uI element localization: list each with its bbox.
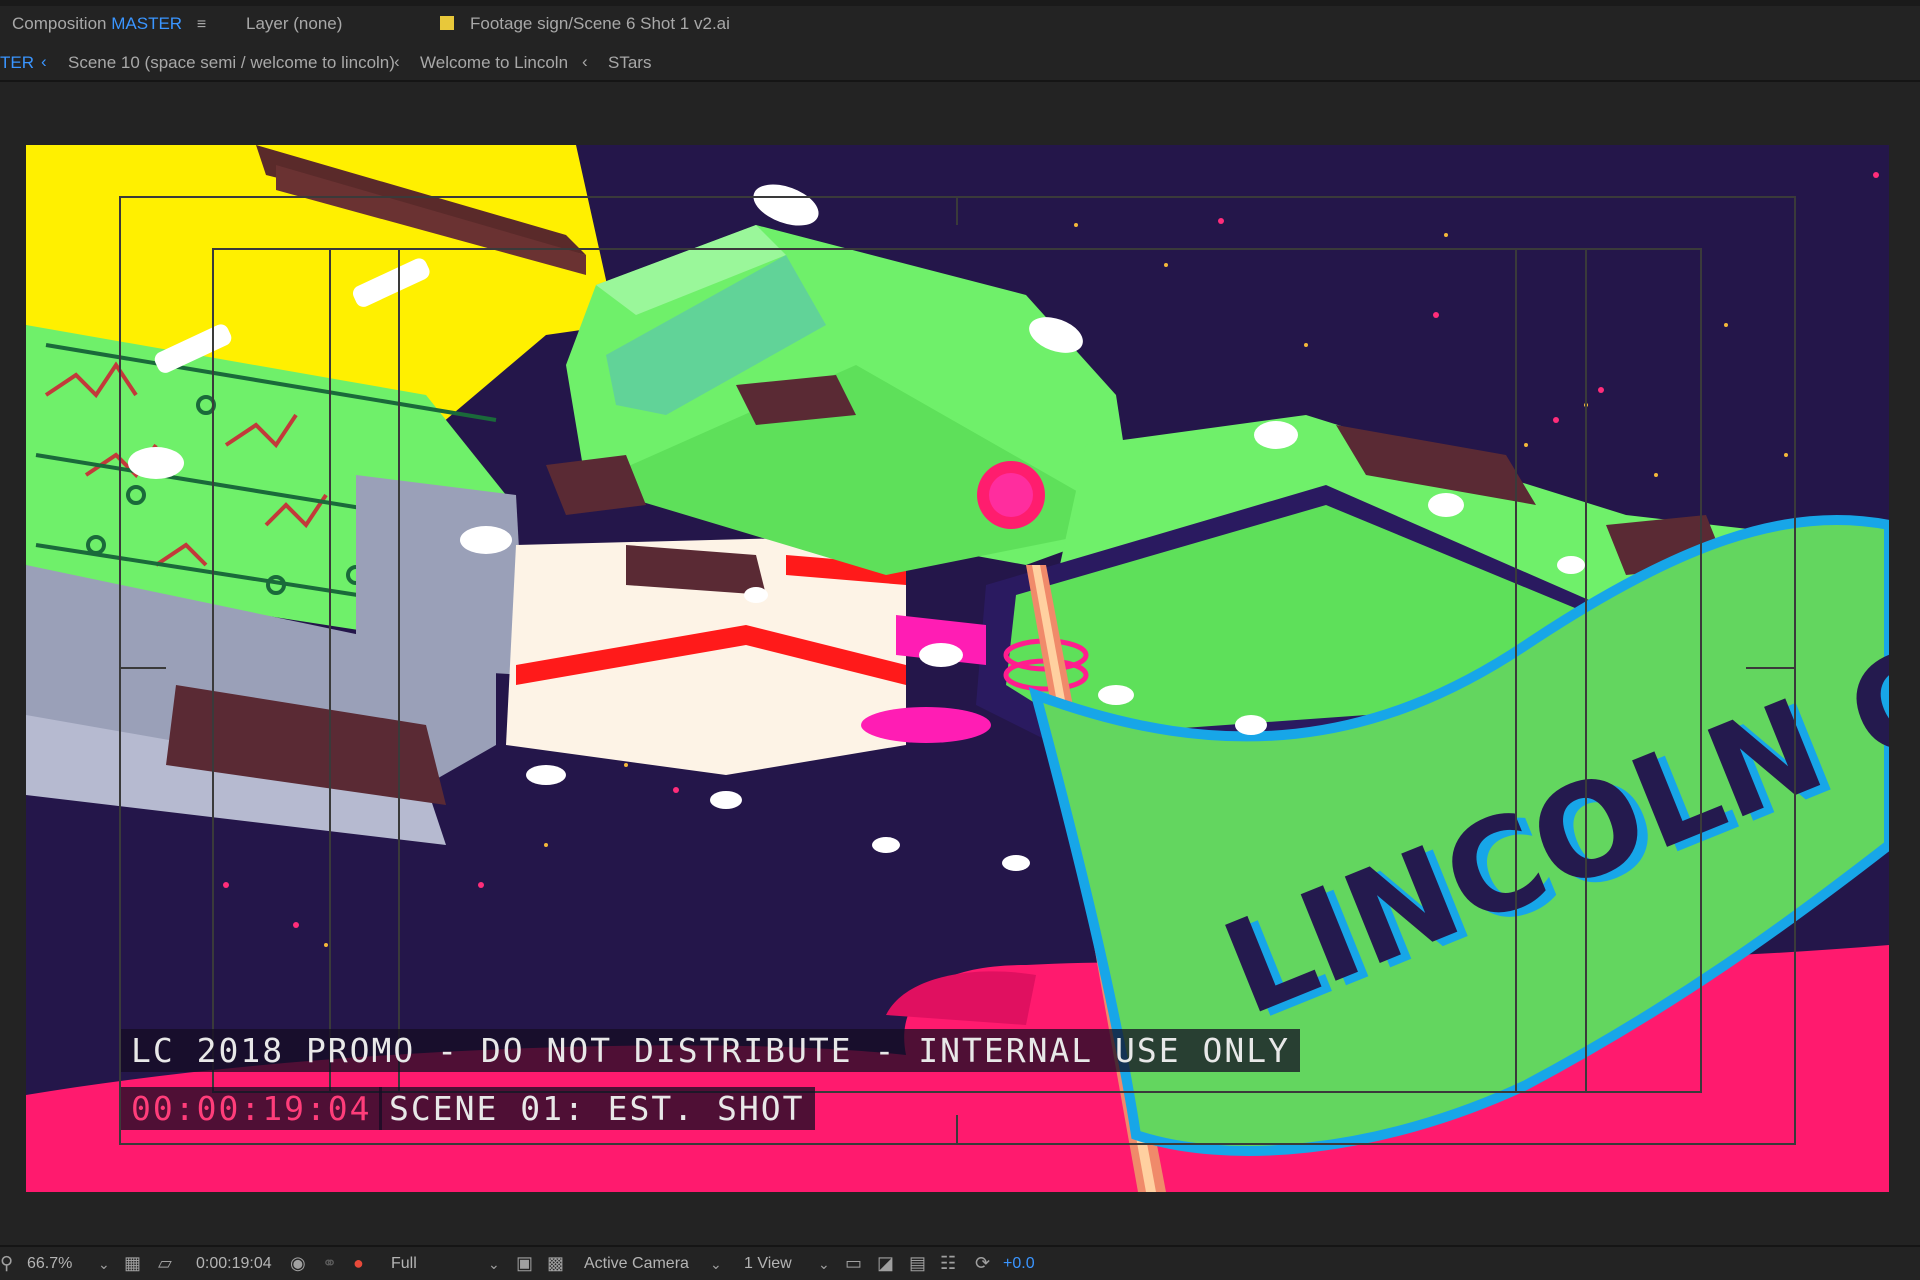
view-layout-dropdown[interactable]: 1 View [744, 1255, 792, 1273]
composition-canvas[interactable]: LINCOLN CA LINCOLN CA LC 2018 PROMO - DO… [26, 145, 1889, 1192]
breadcrumb-master[interactable]: TER [0, 53, 34, 73]
chevron-down-icon[interactable]: ⌄ [818, 1256, 830, 1273]
chevron-down-icon[interactable]: ⌄ [488, 1256, 500, 1273]
viewer-options-bar: ⚲ 66.7% ⌄ ▦ ▱ 0:00:19:04 ◉ ⚭ ● Full ⌄ ▣ … [0, 1245, 1920, 1280]
mask-visibility-icon[interactable]: ▱ [158, 1253, 172, 1274]
tab-composition-prefix: Composition [12, 14, 107, 33]
chevron-down-icon[interactable]: ⌄ [710, 1256, 722, 1273]
tab-footage[interactable]: Footage sign/Scene 6 Shot 1 v2.ai [440, 14, 730, 34]
breadcrumb-scene10[interactable]: Scene 10 (space semi / welcome to lincol… [68, 53, 395, 73]
flowchart-icon[interactable]: ☷ [940, 1253, 956, 1274]
safe-area-icon[interactable]: ▦ [124, 1253, 141, 1274]
fast-previews-icon[interactable]: ◪ [877, 1253, 894, 1274]
current-time-display[interactable]: 0:00:19:04 [196, 1255, 272, 1273]
chevron-left-icon: ‹ [41, 52, 47, 71]
reset-exposure-icon[interactable]: ⟳ [975, 1253, 990, 1274]
scene-burnin: SCENE 01: EST. SHOT [379, 1087, 815, 1130]
timeline-icon[interactable]: ▤ [909, 1253, 926, 1274]
tab-composition[interactable]: Composition MASTER ≡ [12, 14, 206, 34]
exposure-value[interactable]: +0.0 [1003, 1255, 1035, 1273]
composition-navigator: TER ‹ Scene 10 (space semi / welcome to … [0, 44, 1920, 82]
footage-color-swatch-icon [440, 16, 454, 30]
tab-composition-name: MASTER [111, 14, 183, 33]
panel-menu-icon[interactable]: ≡ [197, 16, 206, 34]
region-of-interest-icon[interactable]: ▣ [516, 1253, 533, 1274]
show-snapshot-icon[interactable]: ⚭ [322, 1253, 337, 1274]
tab-layer[interactable]: Layer (none) [246, 14, 342, 34]
chevron-left-icon: ‹ [582, 52, 588, 71]
camera-view-dropdown[interactable]: Active Camera [584, 1255, 689, 1273]
breadcrumb-stars[interactable]: STars [608, 53, 651, 73]
panel-tab-bar: Composition MASTER ≡ Layer (none) Footag… [0, 0, 1920, 47]
chevron-left-icon: ‹ [394, 52, 400, 71]
magnifier-icon[interactable]: ⚲ [0, 1253, 13, 1274]
toggle-pixel-aspect-icon[interactable]: ▭ [845, 1253, 862, 1274]
timecode-burnin: 00:00:19:04 [121, 1087, 382, 1130]
tab-footage-label: Footage sign/Scene 6 Shot 1 v2.ai [470, 14, 730, 33]
promo-burnin: LC 2018 PROMO - DO NOT DISTRIBUTE - INTE… [121, 1029, 1300, 1072]
color-channels-icon[interactable]: ● [353, 1253, 364, 1274]
camera-snapshot-icon[interactable]: ◉ [290, 1253, 306, 1274]
transparency-grid-icon[interactable]: ▩ [547, 1253, 564, 1274]
chevron-down-icon[interactable]: ⌄ [98, 1256, 110, 1273]
breadcrumb-welcome[interactable]: Welcome to Lincoln [420, 53, 568, 73]
zoom-level-dropdown[interactable]: 66.7% [27, 1255, 72, 1273]
resolution-dropdown[interactable]: Full [391, 1255, 417, 1273]
